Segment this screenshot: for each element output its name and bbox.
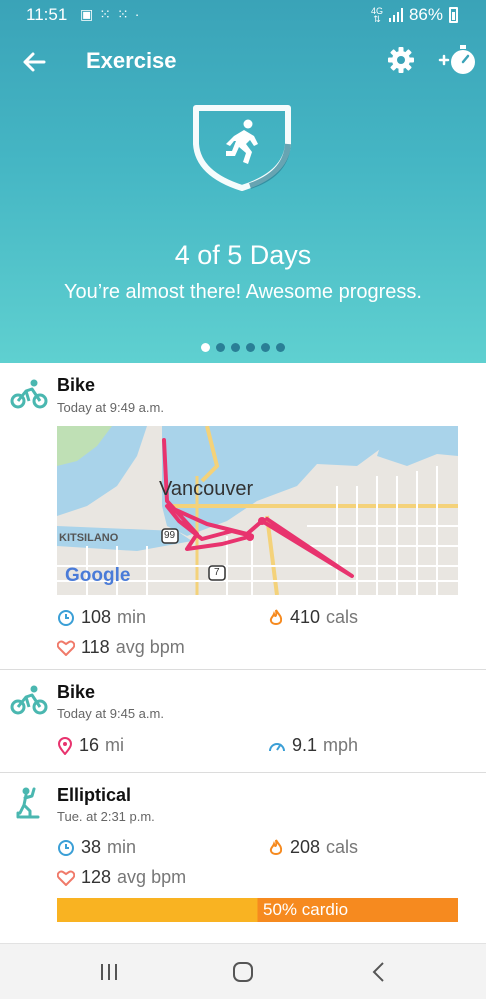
route-map[interactable]: Vancouver KITSILANO 99 7 Google xyxy=(57,426,458,595)
clock-icon xyxy=(58,609,74,626)
goal-header: 11:51 ▣⁙⁙· 4G ⇅ 86% Exercise 4 of 5 Days… xyxy=(0,0,486,363)
pager-dot-4[interactable] xyxy=(246,343,255,352)
pager-dot-3[interactable] xyxy=(231,343,240,352)
speed-value: 9.1 xyxy=(292,735,318,755)
speed-unit: mph xyxy=(323,735,359,755)
back-arrow-icon[interactable] xyxy=(18,46,50,78)
status-bar: 11:51 ▣⁙⁙· 4G ⇅ 86% xyxy=(0,0,486,30)
running-badge-icon xyxy=(193,105,291,191)
cardio-label: 50% cardio xyxy=(263,900,349,919)
heart-value: 128 xyxy=(81,867,112,887)
goal-message: You’re almost there! Awesome progress. xyxy=(64,281,422,303)
calories-value: 410 xyxy=(290,607,321,627)
heart-value: 118 xyxy=(81,637,110,657)
activity-list: Bike Today at 9:49 a.m. Vancouver KITSIL… xyxy=(0,363,486,936)
flame-icon xyxy=(269,839,283,855)
elliptical-icon xyxy=(16,787,40,819)
notification-icons: ▣⁙⁙· xyxy=(80,6,146,22)
status-right: 4G ⇅ 86% xyxy=(371,5,458,25)
speed-stat: 9.1 mph xyxy=(268,735,358,756)
cardio-zone-bar: 50% cardio xyxy=(57,898,458,922)
signal-icon xyxy=(388,8,403,22)
map-shield-a: 99 xyxy=(164,530,176,541)
system-nav-bar xyxy=(0,943,486,999)
duration-stat: 38 min xyxy=(57,837,136,858)
pager-dots xyxy=(0,343,486,352)
heart-unit: avg bpm xyxy=(115,637,185,657)
heart-rate-stat: 118 avg bpm xyxy=(57,637,185,658)
gear-icon[interactable] xyxy=(386,45,416,75)
heart-rate-stat: 128 avg bpm xyxy=(57,867,186,888)
pager-dot-5[interactable] xyxy=(261,343,270,352)
duration-stat: 108 min xyxy=(57,607,146,628)
network-type: 4G ⇅ xyxy=(370,6,383,24)
distance-stat: 16 mi xyxy=(57,735,124,756)
activity-card-bike-2[interactable]: Bike Today at 9:45 a.m. 16 mi 9.1 mph xyxy=(0,670,486,773)
heart-icon xyxy=(57,870,75,886)
map-city-label: Vancouver xyxy=(159,478,254,500)
duration-value: 108 xyxy=(81,607,112,627)
activity-time: Today at 9:45 a.m. xyxy=(57,706,164,721)
activity-card-bike-1[interactable]: Bike Today at 9:49 a.m. Vancouver KITSIL… xyxy=(0,363,486,670)
home-button[interactable] xyxy=(228,958,258,986)
recent-apps-button[interactable] xyxy=(94,958,124,986)
activity-name: Bike xyxy=(57,375,96,395)
bike-icon xyxy=(10,379,48,409)
calories-stat: 410 cals xyxy=(268,607,358,628)
speedometer-icon xyxy=(269,742,285,751)
activity-name: Bike xyxy=(57,682,96,702)
duration-value: 38 xyxy=(81,837,102,857)
duration-unit: min xyxy=(107,837,137,857)
distance-value: 16 xyxy=(79,735,100,755)
calories-stat: 208 cals xyxy=(268,837,358,858)
pager-dot-1[interactable] xyxy=(201,343,210,352)
bike-icon xyxy=(10,685,48,715)
pager-dot-2[interactable] xyxy=(216,343,225,352)
pager-dot-6[interactable] xyxy=(276,343,285,352)
network-type-label: 4G xyxy=(370,6,383,16)
google-logo: Google xyxy=(65,565,131,586)
app-bar: Exercise xyxy=(0,38,486,86)
status-time: 11:51 xyxy=(26,5,68,24)
add-timer-icon[interactable] xyxy=(438,42,478,78)
clock-icon xyxy=(58,839,74,856)
calories-unit: cals xyxy=(326,837,359,857)
heart-unit: avg bpm xyxy=(117,867,187,887)
distance-unit: mi xyxy=(105,735,125,755)
heart-icon xyxy=(57,640,75,656)
location-pin-icon xyxy=(57,736,73,755)
map-area-label: KITSILANO xyxy=(59,532,119,544)
activity-time: Today at 9:49 a.m. xyxy=(57,400,164,415)
flame-icon xyxy=(269,609,283,625)
calories-value: 208 xyxy=(290,837,321,857)
duration-unit: min xyxy=(117,607,147,627)
battery-icon xyxy=(449,7,458,23)
battery-percent: 86% xyxy=(408,5,443,24)
map-shield-b: 7 xyxy=(214,567,220,578)
activity-time: Tue. at 2:31 p.m. xyxy=(57,809,155,824)
back-button[interactable] xyxy=(364,958,394,986)
calories-unit: cals xyxy=(326,607,359,627)
goal-headline: 4 of 5 Days xyxy=(174,240,312,270)
page-title: Exercise xyxy=(86,48,177,73)
activity-name: Elliptical xyxy=(57,785,132,805)
